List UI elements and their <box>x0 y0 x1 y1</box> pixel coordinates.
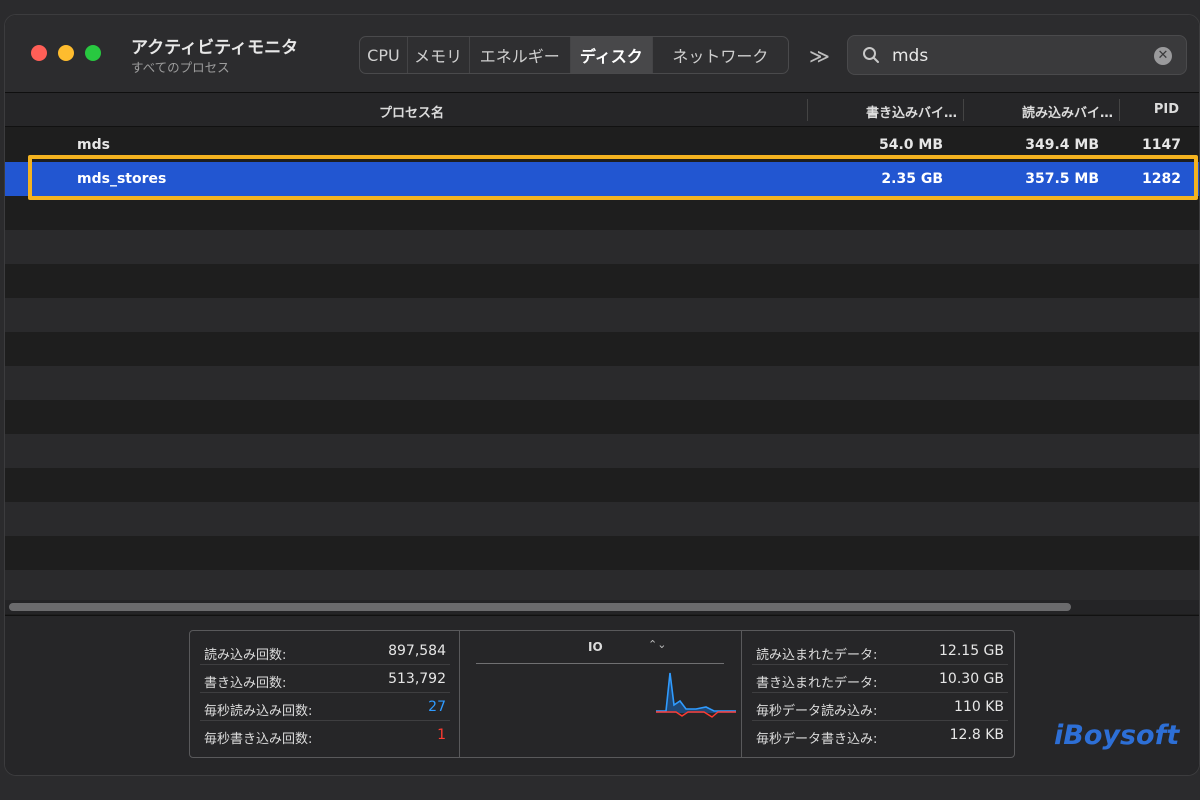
chevron-double-right-icon[interactable]: ≫ <box>809 44 830 68</box>
empty-row <box>5 196 1199 230</box>
tab-network[interactable]: ネットワーク <box>653 37 788 73</box>
stat-value: 10.30 GB <box>939 671 1004 687</box>
activity-monitor-window: アクティビティモニタ すべてのプロセス CPU メモリ エネルギー ディスク ネ… <box>4 14 1200 776</box>
bytes-read: 349.4 MB <box>1025 137 1099 153</box>
column-divider[interactable] <box>807 99 808 121</box>
stat-value: 110 KB <box>954 699 1004 715</box>
stat-row: 読み込まれたデータ: 12.15 GB <box>752 637 1008 665</box>
tab-cpu[interactable]: CPU <box>360 37 408 73</box>
column-header-bytes-read[interactable]: 読み込みバイ… <box>983 102 1113 121</box>
tab-memory[interactable]: メモリ <box>408 37 470 73</box>
chevron-up-down-icon[interactable]: ⌃⌄ <box>648 638 666 651</box>
process-name: mds_stores <box>77 171 167 187</box>
table-row[interactable]: mds_stores 2.35 GB 357.5 MB 1282 <box>5 162 1199 196</box>
stat-label: 毎秒書き込み回数: <box>204 732 313 747</box>
minimize-window-button[interactable] <box>58 45 74 61</box>
stat-value: 12.8 KB <box>949 727 1004 743</box>
process-name: mds <box>77 137 110 153</box>
stat-row: 毎秒データ書き込み: 12.8 KB <box>752 721 1008 749</box>
stat-label: 読み込み回数: <box>204 648 287 663</box>
search-input[interactable]: mds <box>892 46 928 66</box>
tab-disk[interactable]: ディスク <box>571 37 653 73</box>
io-graph-column: IO ⌃⌄ <box>460 631 742 757</box>
stat-row: 書き込み回数: 513,792 <box>200 665 450 693</box>
graph-divider <box>476 663 724 664</box>
toolbar: アクティビティモニタ すべてのプロセス CPU メモリ エネルギー ディスク ネ… <box>5 15 1199 93</box>
search-field[interactable]: mds ✕ <box>847 35 1187 75</box>
graph-mode-label[interactable]: IO <box>588 640 603 654</box>
empty-row <box>5 366 1199 400</box>
empty-row <box>5 570 1199 600</box>
brand-watermark: iBoysoft <box>1054 720 1180 751</box>
scrollbar-thumb[interactable] <box>9 603 1071 611</box>
empty-row <box>5 468 1199 502</box>
horizontal-scrollbar[interactable] <box>5 600 1199 614</box>
io-sparkline-graph <box>656 672 736 718</box>
stat-row: 毎秒読み込み回数: 27 <box>200 693 450 721</box>
io-counts-column: 読み込み回数: 897,584 書き込み回数: 513,792 毎秒読み込み回数… <box>190 631 460 757</box>
empty-row <box>5 400 1199 434</box>
stat-label: 書き込み回数: <box>204 676 287 691</box>
stat-label: 読み込まれたデータ: <box>756 648 878 663</box>
disk-stats-box: 読み込み回数: 897,584 書き込み回数: 513,792 毎秒読み込み回数… <box>189 630 1015 758</box>
close-window-button[interactable] <box>31 45 47 61</box>
bytes-written: 2.35 GB <box>881 171 943 187</box>
process-pid: 1282 <box>1142 171 1181 187</box>
stat-value: 12.15 GB <box>939 643 1004 659</box>
stat-label: 毎秒データ読み込み: <box>756 704 878 719</box>
bytes-written: 54.0 MB <box>878 137 943 153</box>
column-header-pid[interactable]: PID <box>1139 102 1179 117</box>
stat-row: 書き込まれたデータ: 10.30 GB <box>752 665 1008 693</box>
empty-row <box>5 332 1199 366</box>
app-subtitle[interactable]: すべてのプロセス <box>131 57 230 76</box>
tab-energy[interactable]: エネルギー <box>470 37 572 73</box>
bytes-read: 357.5 MB <box>1025 171 1099 187</box>
data-totals-column: 読み込まれたデータ: 12.15 GB 書き込まれたデータ: 10.30 GB … <box>742 631 1014 757</box>
empty-row <box>5 298 1199 332</box>
bottom-panel: 読み込み回数: 897,584 書き込み回数: 513,792 毎秒読み込み回数… <box>5 615 1199 775</box>
empty-row <box>5 230 1199 264</box>
empty-row <box>5 434 1199 468</box>
stat-value: 27 <box>428 699 446 715</box>
stat-label: 毎秒読み込み回数: <box>204 704 313 719</box>
search-icon <box>863 47 879 63</box>
zoom-window-button[interactable] <box>85 45 101 61</box>
stat-row: 毎秒データ読み込み: 110 KB <box>752 693 1008 721</box>
column-divider[interactable] <box>1119 99 1120 121</box>
stat-label: 書き込まれたデータ: <box>756 676 878 691</box>
stat-value: 1 <box>437 727 446 743</box>
table-header: プロセス名 書き込みバイ… 読み込みバイ… PID <box>5 93 1199 127</box>
stat-row: 毎秒書き込み回数: 1 <box>200 721 450 749</box>
process-pid: 1147 <box>1142 137 1181 153</box>
stat-row: 読み込み回数: 897,584 <box>200 637 450 665</box>
empty-row <box>5 264 1199 298</box>
stat-label: 毎秒データ書き込み: <box>756 732 878 747</box>
column-header-bytes-written[interactable]: 書き込みバイ… <box>827 102 957 121</box>
column-divider[interactable] <box>963 99 964 121</box>
process-table: mds 54.0 MB 349.4 MB 1147 mds_stores 2.3… <box>5 128 1199 600</box>
app-title: アクティビティモニタ <box>131 38 299 58</box>
tab-bar: CPU メモリ エネルギー ディスク ネットワーク <box>359 36 789 74</box>
stat-value: 897,584 <box>388 643 446 659</box>
stat-value: 513,792 <box>388 671 446 687</box>
column-header-process-name[interactable]: プロセス名 <box>379 102 444 121</box>
clear-search-icon[interactable]: ✕ <box>1154 47 1172 65</box>
empty-row <box>5 536 1199 570</box>
table-row[interactable]: mds 54.0 MB 349.4 MB 1147 <box>5 128 1199 162</box>
empty-row <box>5 502 1199 536</box>
